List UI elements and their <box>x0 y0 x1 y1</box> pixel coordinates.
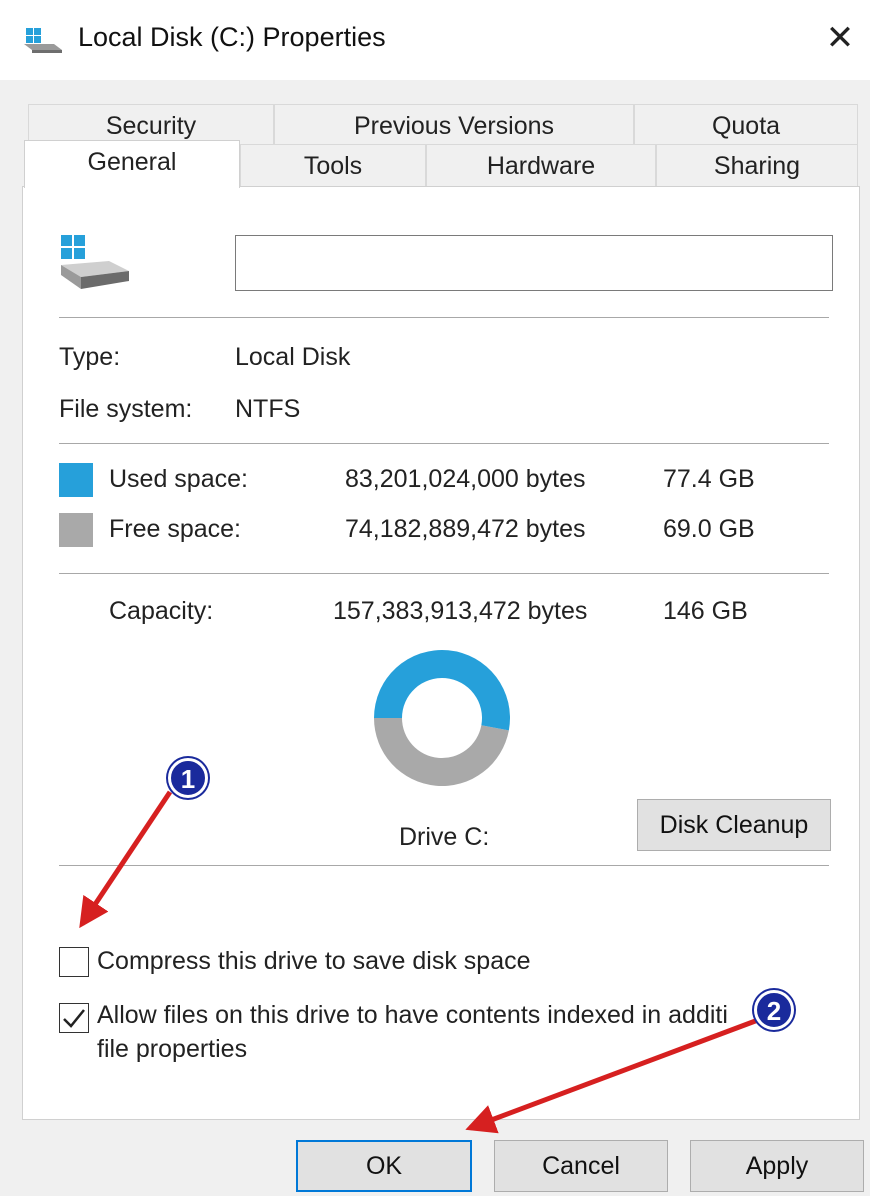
annotation-arrow-2 <box>465 1017 759 1134</box>
annotation-marker-2: 2 <box>754 990 794 1030</box>
annotation-marker-1: 1 <box>168 758 208 798</box>
tab-general[interactable]: General <box>24 140 240 188</box>
annotation-arrow-1 <box>79 790 173 929</box>
